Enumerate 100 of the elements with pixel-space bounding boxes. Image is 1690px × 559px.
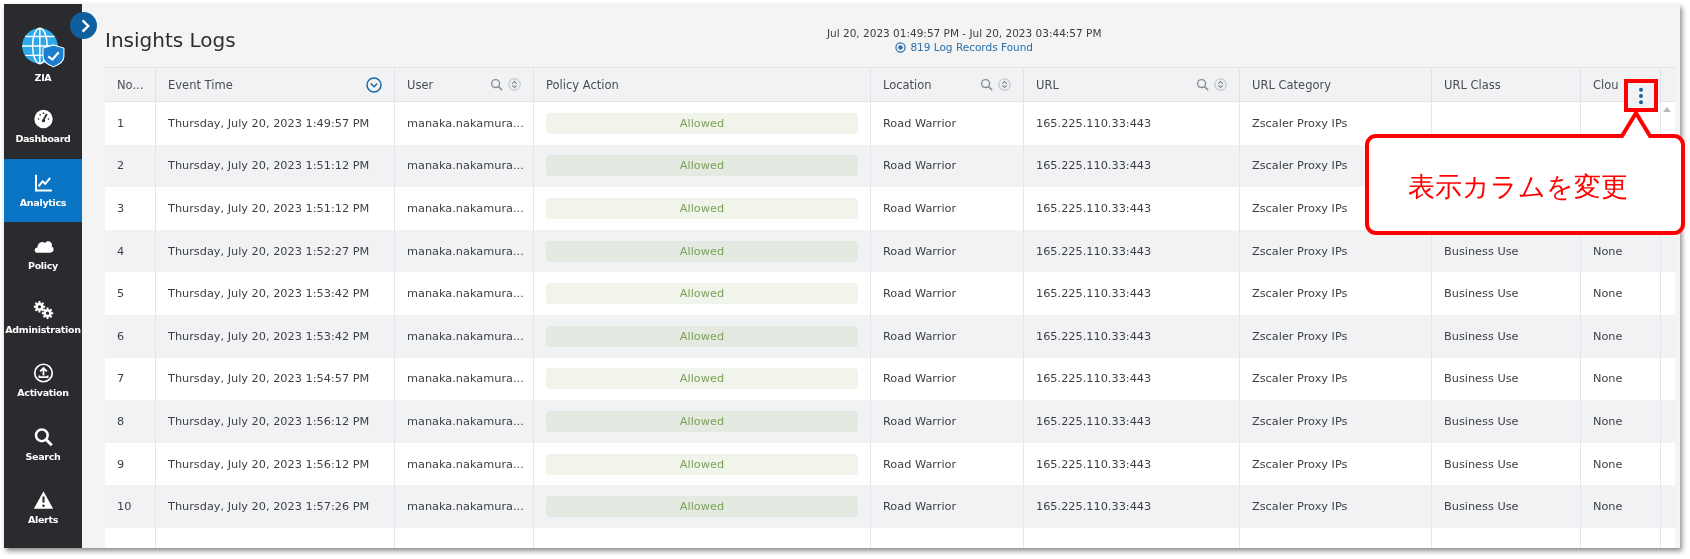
table-cell: 3 (117, 202, 125, 216)
table-cell: Business Use (1444, 244, 1519, 258)
table-cell: 165.225.110.33:443 (1036, 329, 1152, 343)
table-cell: Business Use (1444, 457, 1519, 471)
table-cell: None (1593, 329, 1623, 343)
table-cell: Zscaler Proxy IPs (1252, 500, 1348, 514)
table-cell: Road Warrior (883, 500, 957, 514)
search-icon[interactable] (1196, 78, 1209, 92)
nav-label: Dashboard (15, 133, 71, 145)
upload-circle-icon (32, 363, 54, 384)
table-cell: 165.225.110.33:443 (1036, 415, 1152, 428)
table-cell: 8 (117, 415, 125, 428)
column-header[interactable]: URL Category (1240, 68, 1432, 102)
table-cell: Thursday, July 20, 2023 1:52:27 PM (168, 244, 370, 258)
gauge-icon (32, 109, 54, 130)
table-cell: Road Warrior (883, 287, 957, 301)
records-link[interactable]: 819 Log Records Found (895, 41, 1034, 53)
nav-item[interactable]: Search (4, 412, 82, 476)
warning-icon (32, 490, 54, 511)
table-cell: 165.225.110.33:443 (1036, 202, 1152, 216)
status-pill: Allowed (546, 240, 858, 262)
column-header[interactable]: No... (105, 68, 156, 102)
table-cell: manaka.nakamura... (407, 159, 524, 173)
table-cell: Thursday, July 20, 2023 1:49:57 PM (168, 116, 370, 130)
status-pill: Allowed (546, 411, 858, 432)
nav-item[interactable]: Alerts (4, 476, 82, 540)
table-cell: Thursday, July 20, 2023 1:53:42 PM (168, 329, 370, 343)
table-cell: Thursday, July 20, 2023 1:51:12 PM (168, 202, 370, 216)
table-cell: Road Warrior (883, 457, 957, 471)
table-cell: Business Use (1444, 287, 1519, 301)
column-header[interactable]: URL Class (1432, 68, 1581, 102)
page-title: Insights Logs (105, 28, 236, 54)
table-cell: Zscaler Proxy IPs (1252, 372, 1348, 386)
table-cell: None (1593, 372, 1623, 386)
target-icon (895, 41, 907, 53)
table-cell: None (1593, 500, 1623, 514)
table-cell: Zscaler Proxy IPs (1252, 159, 1348, 173)
expand-sidebar-button[interactable] (70, 12, 97, 39)
table-cell: Thursday, July 20, 2023 1:56:12 PM (168, 415, 370, 428)
nav-item[interactable]: Analytics (4, 158, 82, 222)
nav-label: Administration (5, 323, 81, 335)
scroll-up-icon[interactable] (1663, 106, 1671, 113)
gears-icon (32, 299, 54, 320)
column-header[interactable]: Policy Action (534, 68, 871, 102)
table-cell: Thursday, July 20, 2023 1:54:57 PM (168, 372, 370, 386)
nav-item[interactable]: Activation (4, 349, 82, 413)
table-cell: Road Warrior (883, 329, 957, 343)
column-header[interactable]: Location (871, 68, 1024, 102)
table-cell: Zscaler Proxy IPs (1252, 244, 1348, 258)
callout-text: 表示カラムを変更 (1408, 170, 1628, 204)
table-cell: 10 (117, 500, 132, 514)
nav-item[interactable]: Dashboard (4, 95, 82, 159)
table-cell: Zscaler Proxy IPs (1252, 287, 1348, 301)
column-menu-button[interactable] (1624, 79, 1658, 112)
table-cell: 165.225.110.33:443 (1036, 244, 1152, 258)
column-header[interactable]: Event Time (156, 68, 395, 102)
nav-item[interactable]: Policy (4, 222, 82, 286)
nav-label: Policy (28, 260, 58, 272)
table-cell: Business Use (1444, 372, 1519, 386)
table-cell: Zscaler Proxy IPs (1252, 415, 1348, 428)
line-chart-icon (32, 172, 54, 193)
table-cell: Zscaler Proxy IPs (1252, 329, 1348, 343)
nav-item[interactable]: ZIA (4, 4, 82, 95)
table-cell: Road Warrior (883, 159, 957, 173)
nav-label: ZIA (34, 72, 52, 83)
sort-icon[interactable] (1214, 78, 1227, 92)
search-icon[interactable] (490, 78, 503, 92)
sort-descending-icon[interactable] (366, 76, 382, 93)
table-cell: Zscaler Proxy IPs (1252, 457, 1348, 471)
nav-label: Search (25, 450, 61, 462)
table-cell: None (1593, 244, 1623, 258)
table-cell: Road Warrior (883, 116, 957, 130)
table-cell: 5 (117, 287, 125, 301)
sort-icon[interactable] (998, 78, 1011, 92)
table-cell: 165.225.110.33:443 (1036, 500, 1152, 514)
status-pill: Allowed (546, 198, 858, 220)
kebab-menu-icon (1638, 86, 1644, 105)
table-cell: manaka.nakamura... (407, 116, 524, 130)
table-cell: 165.225.110.33:443 (1036, 287, 1152, 301)
search-icon (32, 426, 54, 447)
table-cell: 2 (117, 159, 125, 173)
table-cell: Thursday, July 20, 2023 1:51:12 PM (168, 159, 370, 173)
table-cell: Business Use (1444, 500, 1519, 514)
nav-label: Alerts (27, 514, 59, 526)
table-cell: Road Warrior (883, 202, 957, 216)
nav-item[interactable]: Administration (4, 285, 82, 349)
table-cell: 1 (117, 116, 125, 130)
table-cell: Thursday, July 20, 2023 1:56:12 PM (168, 457, 370, 471)
status-pill: Allowed (546, 283, 858, 305)
search-icon[interactable] (980, 78, 993, 92)
table-cell: Zscaler Proxy IPs (1252, 116, 1348, 130)
status-pill: Allowed (546, 453, 858, 475)
table-cell: manaka.nakamura... (407, 329, 524, 343)
table-cell: Road Warrior (883, 372, 957, 386)
sort-icon[interactable] (508, 78, 521, 92)
status-pill: Allowed (546, 155, 858, 177)
table-cell: Zscaler Proxy IPs (1252, 202, 1348, 216)
table-cell: manaka.nakamura... (407, 202, 524, 216)
column-header[interactable]: User (395, 68, 534, 102)
column-header[interactable]: URL (1024, 68, 1240, 102)
